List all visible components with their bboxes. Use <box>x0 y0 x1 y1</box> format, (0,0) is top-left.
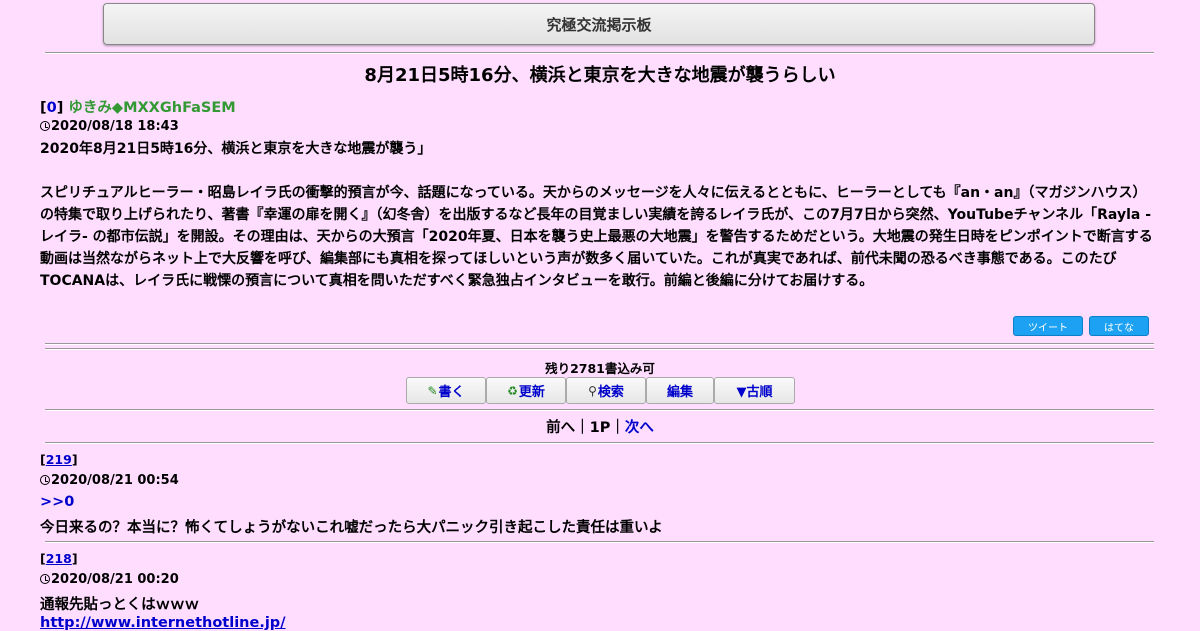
reply-url-link[interactable]: http://www.internethotline.jp/ <box>40 615 286 631</box>
reply-text: 通報先貼っとくはｗｗｗ <box>40 597 200 613</box>
refresh-icon: ♻ <box>507 383 518 398</box>
toolbar: ✎ 書く ♻ 更新 ⚲ 検索 編集 ▼古順 <box>406 377 795 404</box>
write-button[interactable]: ✎ 書く <box>406 377 486 404</box>
poster-name: ゆきみ◆MXXGhFaSEM <box>68 100 236 116</box>
divider <box>45 343 1154 345</box>
first-post-body: スピリチュアルヒーラー・昭島レイラ氏の衝撃的預言が今、話題になっている。天からの… <box>40 185 1153 289</box>
pager-prev: 前へ <box>546 420 576 436</box>
pager-current: 1P <box>589 420 611 436</box>
reply-number: [219] <box>40 452 78 467</box>
tweet-button[interactable]: ツイート <box>1013 316 1083 336</box>
divider <box>45 409 1154 411</box>
reply-anchor-link[interactable]: >>0 <box>40 494 74 510</box>
first-post-header: [0] ゆきみ◆MXXGhFaSEM <box>40 100 236 116</box>
thread-title: 8月21日5時16分、横浜と東京を大きな地震が襲うらしい <box>364 65 836 86</box>
divider <box>45 348 1154 350</box>
reply-text: 今日来るの？本当に？怖くてしょうがないこれ嘘だったら大パニック引き起こした責任は… <box>40 520 663 536</box>
clock-icon <box>40 121 50 131</box>
pager: 前へ｜1P｜次へ <box>546 420 654 436</box>
first-post-date: 2020/08/18 18:43 <box>40 119 179 134</box>
clock-icon <box>40 475 50 485</box>
pencil-icon: ✎ <box>427 383 438 398</box>
board-title-button[interactable]: 究極交流掲示板 <box>103 3 1095 45</box>
first-post-line1: 2020年8月21日5時16分、横浜と東京を大きな地震が襲う」 <box>40 141 432 157</box>
edit-button[interactable]: 編集 <box>646 377 714 404</box>
hatena-button[interactable]: はてな <box>1089 316 1149 336</box>
sort-old-button[interactable]: ▼古順 <box>714 377 795 404</box>
divider <box>45 52 1154 54</box>
reply-number-link[interactable]: 218 <box>46 551 72 566</box>
update-button[interactable]: ♻ 更新 <box>486 377 566 404</box>
search-icon: ⚲ <box>588 383 597 398</box>
divider <box>45 541 1154 543</box>
clock-icon <box>40 574 50 584</box>
reply-date: 2020/08/21 00:54 <box>40 473 179 488</box>
divider <box>45 442 1154 444</box>
pager-next-link[interactable]: 次へ <box>625 420 654 436</box>
remaining-count: 残り2781書込み可 <box>545 361 655 376</box>
reply-date: 2020/08/21 00:20 <box>40 572 179 587</box>
search-button[interactable]: ⚲ 検索 <box>566 377 646 404</box>
post-number-link[interactable]: 0 <box>47 100 57 116</box>
reply-number-link[interactable]: 219 <box>46 452 72 467</box>
reply-number: [218] <box>40 551 78 566</box>
